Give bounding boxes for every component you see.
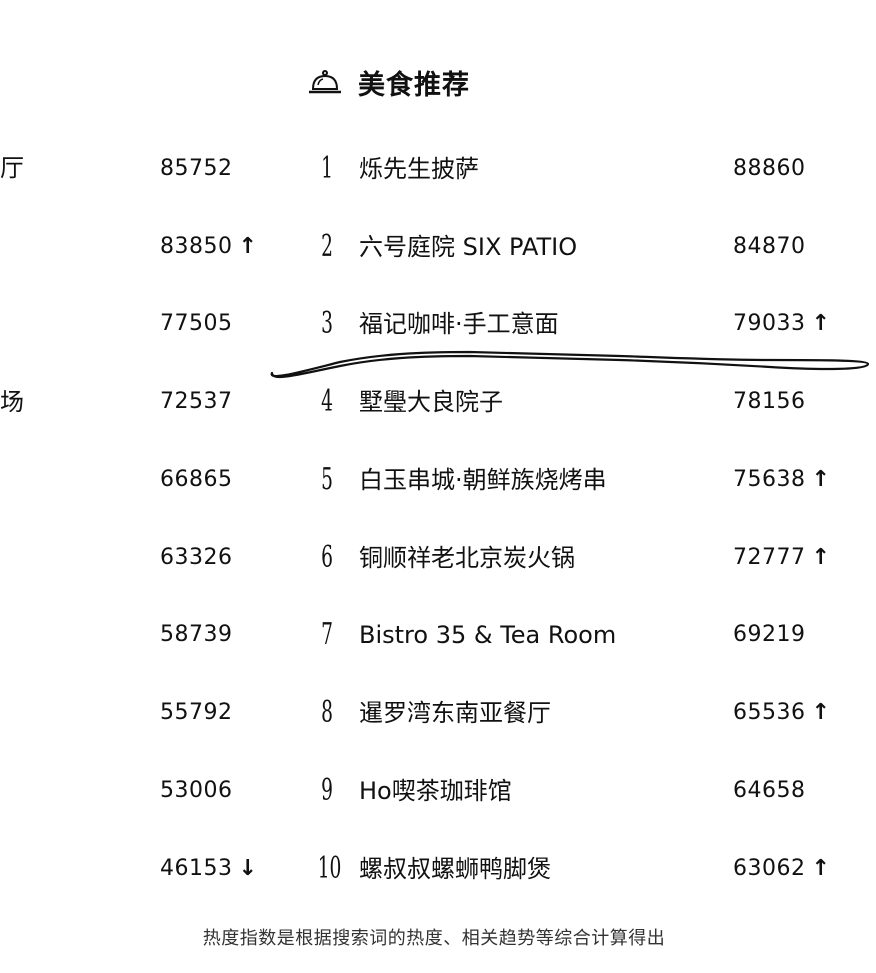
prev-score: 55792 bbox=[160, 700, 233, 725]
heat-score: 84870 bbox=[733, 234, 806, 259]
trend-arrow-icon: ↑ bbox=[811, 856, 831, 881]
rank-number: 6 bbox=[321, 540, 333, 575]
prev-score: 46153 ↓ bbox=[160, 856, 258, 881]
trend-arrow-icon: ↓ bbox=[238, 856, 258, 881]
list-item[interactable]: 77505 3 福记咖啡·手工意面 79033 ↑ bbox=[0, 304, 876, 344]
rank-number: 2 bbox=[321, 229, 333, 264]
trend-arrow-icon: ↑ bbox=[238, 234, 258, 259]
restaurant-name[interactable]: Ho喫茶珈琲馆 bbox=[359, 775, 512, 807]
list-item[interactable]: 66865 5 白玉串城·朝鲜族烧烤串 75638 ↑ bbox=[0, 460, 876, 500]
heat-score: 88860 bbox=[733, 156, 806, 181]
rank-number: 3 bbox=[321, 306, 333, 341]
list-item[interactable]: 55792 8 暹罗湾东南亚餐厅 65536 ↑ bbox=[0, 693, 876, 733]
prev-score: 72537 bbox=[160, 389, 233, 414]
prev-score: 83850 ↑ bbox=[160, 234, 258, 259]
restaurant-name[interactable]: 螺叔叔螺蛳鸭脚煲 bbox=[359, 853, 551, 885]
restaurant-name[interactable]: 六号庭院 SIX PATIO bbox=[359, 231, 577, 263]
rank-number: 10 bbox=[317, 851, 342, 886]
section-title: 美食推荐 bbox=[358, 69, 470, 101]
cloche-icon bbox=[309, 70, 341, 94]
section-header: 美食推荐 bbox=[308, 62, 470, 102]
list-item[interactable]: 58739 7 Bistro 35 & Tea Room 69219 bbox=[0, 615, 876, 655]
restaurant-name[interactable]: 墅璺大良院子 bbox=[359, 386, 503, 418]
restaurant-name[interactable]: 白玉串城·朝鲜族烧烤串 bbox=[359, 464, 607, 496]
rank-number: 4 bbox=[321, 384, 333, 419]
restaurant-name[interactable]: 暹罗湾东南亚餐厅 bbox=[359, 697, 551, 729]
trend-arrow-icon: ↑ bbox=[811, 467, 831, 492]
heat-score: 72777 ↑ bbox=[733, 545, 831, 570]
heat-score: 79033 ↑ bbox=[733, 311, 831, 336]
list-item[interactable]: 63326 6 铜顺祥老北京炭火锅 72777 ↑ bbox=[0, 538, 876, 578]
rank-number: 7 bbox=[321, 617, 333, 652]
prev-score: 85752 bbox=[160, 156, 233, 181]
heat-score: 75638 ↑ bbox=[733, 467, 831, 492]
heat-score: 65536 ↑ bbox=[733, 700, 831, 725]
rank-number: 5 bbox=[321, 462, 333, 497]
trend-arrow-icon: ↑ bbox=[811, 311, 831, 336]
rank-number: 8 bbox=[321, 695, 333, 730]
list-item[interactable]: 46153 ↓ 10 螺叔叔螺蛳鸭脚煲 63062 ↑ bbox=[0, 849, 876, 889]
prev-score: 58739 bbox=[160, 622, 233, 647]
prev-score: 77505 bbox=[160, 311, 233, 336]
heat-score: 69219 bbox=[733, 622, 806, 647]
heat-score: 64658 bbox=[733, 778, 806, 803]
restaurant-name[interactable]: 铜顺祥老北京炭火锅 bbox=[359, 542, 575, 574]
list-item[interactable]: 85752 1 烁先生披萨 88860 bbox=[0, 149, 876, 189]
restaurant-name[interactable]: 烁先生披萨 bbox=[359, 153, 479, 185]
prev-score: 63326 bbox=[160, 545, 233, 570]
rank-number: 1 bbox=[321, 151, 333, 186]
trend-arrow-icon: ↑ bbox=[811, 545, 831, 570]
list-item[interactable]: 83850 ↑ 2 六号庭院 SIX PATIO 84870 bbox=[0, 227, 876, 267]
list-item[interactable]: 72537 4 墅璺大良院子 78156 bbox=[0, 382, 876, 422]
list-item[interactable]: 53006 9 Ho喫茶珈琲馆 64658 bbox=[0, 771, 876, 811]
rank-number: 9 bbox=[321, 773, 333, 808]
prev-score: 66865 bbox=[160, 467, 233, 492]
restaurant-name[interactable]: Bistro 35 & Tea Room bbox=[359, 619, 616, 651]
footer-note: 热度指数是根据搜索词的热度、相关趋势等综合计算得出 bbox=[202, 928, 666, 949]
restaurant-name[interactable]: 福记咖啡·手工意面 bbox=[359, 308, 559, 340]
prev-score: 53006 bbox=[160, 778, 233, 803]
trend-arrow-icon: ↑ bbox=[811, 700, 831, 725]
heat-score: 78156 bbox=[733, 389, 806, 414]
heat-score: 63062 ↑ bbox=[733, 856, 831, 881]
